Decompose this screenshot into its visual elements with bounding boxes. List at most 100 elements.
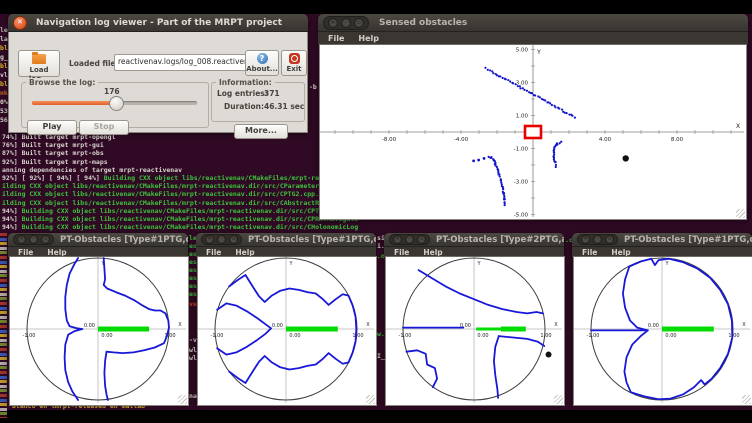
svg-text:1.00: 1.00 [352, 333, 363, 339]
svg-text:-1.00: -1.00 [23, 333, 36, 339]
maximize-icon[interactable]: ▫ [229, 235, 238, 244]
svg-text:X: X [742, 322, 746, 328]
menu-file[interactable]: File [322, 34, 350, 43]
terminal-line: 87%] Built target mrpt-obs [2, 149, 358, 157]
pt-plot-canvas[interactable]: XY-1.000.001.000.00-1.00 [9, 256, 189, 406]
svg-text:8.00: 8.00 [671, 137, 684, 143]
terminal-text-fragment: le [0, 26, 8, 34]
minimize-icon[interactable]: – [341, 18, 351, 28]
close-button[interactable]: ✕ [13, 16, 27, 30]
play-button[interactable]: Play [27, 120, 77, 135]
svg-text:-1.00: -1.00 [587, 333, 600, 339]
sensed-obstacles-window: ✕ – ▫ Sensed obstacles File Help -8.00-4… [318, 14, 748, 220]
pt-titlebar[interactable]: ✕ – ▫ PT-Obstacles [Type#1PTG,c [8, 233, 188, 247]
pt-obstacles-window-1: ✕ – ▫ PT-Obstacles [Type#1PTG,c File Hel… [8, 233, 188, 404]
load-log-button[interactable]: Load log... [18, 50, 60, 77]
duration-label: Duration: [224, 102, 264, 111]
pt-titlebar[interactable]: ✕ – ▫ PT-Obstacles [Type#2PTG,a [384, 233, 564, 247]
window-controls: ✕ – ▫ [13, 234, 54, 245]
terminal-output: 74%] Built target mrpt-opengl76%] Built … [2, 133, 358, 231]
loaded-file-label: Loaded file: [69, 59, 119, 68]
svg-text:0.00: 0.00 [648, 323, 659, 329]
pt-plot-canvas[interactable]: XY-1.000.001.000.00-1.00 [385, 256, 565, 406]
menu-help[interactable]: Help [352, 34, 385, 43]
resize-grip[interactable] [178, 395, 187, 404]
minimize-icon[interactable]: – [29, 235, 38, 244]
information-group: Information: Log entries: 371 Duration: … [211, 82, 305, 122]
svg-text:0.00: 0.00 [84, 323, 95, 329]
about-button[interactable]: ? About... [245, 50, 279, 76]
minimize-icon[interactable]: – [593, 235, 602, 244]
terminal-line: 94%] Building CXX object libs/reactivena… [2, 215, 358, 223]
pt-titlebar[interactable]: ✕ – ▫ PT-Obstacles [Type#1PTG,c [572, 233, 752, 247]
resize-grip[interactable] [554, 395, 563, 404]
svg-text:-1.00: -1.00 [514, 147, 529, 153]
terminal-line: 94%] Building CXX object libs/reactivena… [2, 223, 358, 231]
pt-obstacles-window-2: ✕ – ▫ PT-Obstacles [Type#1PTG,c File Hel… [196, 233, 376, 404]
pt-window-title: PT-Obstacles [Type#2PTG,a [430, 235, 564, 245]
pt-window-title: PT-Obstacles [Type#1PTG,c [618, 235, 752, 245]
maximize-icon[interactable]: ▫ [41, 235, 50, 244]
sensed-window-title: Sensed obstacles [369, 18, 748, 28]
terminal-line: ilding CXX object libs/reactivenav/CMake… [2, 190, 358, 198]
stop-button[interactable]: Stop [79, 120, 129, 135]
svg-text:X: X [554, 322, 558, 328]
svg-text:4.00: 4.00 [599, 137, 612, 143]
pt-plot-canvas[interactable]: XY-1.000.001.000.00-1.00 [197, 256, 377, 406]
terminal-clipped-text-strip [0, 233, 7, 418]
browse-log-group-label: Browse the log: [26, 78, 98, 87]
svg-text:0.00: 0.00 [289, 333, 300, 339]
svg-text:-1.00: -1.00 [399, 333, 412, 339]
svg-text:0.00: 0.00 [665, 333, 676, 339]
terminal-line: ilding CXX object libs/reactivenav/CMake… [2, 182, 358, 190]
window-controls: ✕ – ▫ [323, 16, 369, 30]
resize-grip[interactable] [366, 395, 375, 404]
minimize-icon[interactable]: – [405, 235, 414, 244]
sensed-plot-canvas[interactable]: -8.00-4.004.008.005.003.001.00-1.00-3.00… [319, 44, 747, 220]
close-icon[interactable]: ✕ [581, 235, 590, 244]
svg-text:-8.00: -8.00 [382, 137, 397, 143]
more-button[interactable]: More... [234, 124, 288, 139]
information-group-label: Information: [216, 78, 275, 87]
close-icon[interactable]: ✕ [205, 235, 214, 244]
navlog-window: ✕ Navigation log viewer - Part of the MR… [8, 14, 308, 133]
svg-text:Y: Y [288, 261, 293, 267]
resize-grip[interactable] [742, 395, 751, 404]
close-icon[interactable]: ✕ [17, 235, 26, 244]
svg-text:1.00: 1.00 [516, 114, 529, 120]
exit-button[interactable]: Exit [281, 50, 307, 76]
folder-icon [32, 54, 46, 64]
svg-text:Y: Y [664, 261, 669, 267]
sensed-menubar: File Help [318, 32, 748, 44]
svg-text:-1.00: -1.00 [211, 333, 224, 339]
pt-window-title: PT-Obstacles [Type#1PTG,c [242, 235, 376, 245]
duration-value: 46.31 sec [264, 102, 304, 111]
terminal-line: anning dependencies of target mrpt-react… [2, 166, 358, 174]
resize-grip[interactable] [736, 209, 745, 218]
log-slider-handle[interactable] [109, 96, 124, 111]
navlog-body: Load log... Loaded file: reactivenav.log… [8, 32, 308, 133]
pt-plot-canvas[interactable]: XY-1.000.001.000.00-1.00 [573, 256, 752, 406]
svg-text:Y: Y [536, 49, 541, 56]
terminal-text-fragment: -b [309, 83, 317, 91]
close-icon[interactable]: ✕ [393, 235, 402, 244]
svg-text:0.00: 0.00 [477, 333, 488, 339]
slider-value: 176 [104, 87, 120, 96]
svg-text:0.00: 0.00 [101, 333, 112, 339]
sensed-titlebar[interactable]: ✕ – ▫ Sensed obstacles [318, 14, 748, 32]
svg-text:1.00: 1.00 [540, 333, 551, 339]
maximize-icon[interactable]: ▫ [417, 235, 426, 244]
log-slider-fill [32, 101, 115, 105]
desktop: lelancblang_00blanvlogblannkin0%]53%]56%… [0, 0, 752, 423]
pt-titlebar[interactable]: ✕ – ▫ PT-Obstacles [Type#1PTG,c [196, 233, 376, 247]
maximize-icon[interactable]: ▫ [605, 235, 614, 244]
loaded-file-input[interactable]: reactivenav.logs/log_008.reactivenavl [114, 54, 247, 71]
maximize-icon[interactable]: ▫ [354, 18, 364, 28]
svg-text:X: X [178, 322, 182, 328]
svg-text:X: X [736, 123, 740, 130]
minimize-icon[interactable]: – [217, 235, 226, 244]
navlog-titlebar[interactable]: ✕ Navigation log viewer - Part of the MR… [8, 14, 308, 32]
close-icon[interactable]: ✕ [328, 18, 338, 28]
svg-text:-3.00: -3.00 [514, 180, 529, 186]
terminal-line: 92%] Built target mrpt-maps [2, 158, 358, 166]
